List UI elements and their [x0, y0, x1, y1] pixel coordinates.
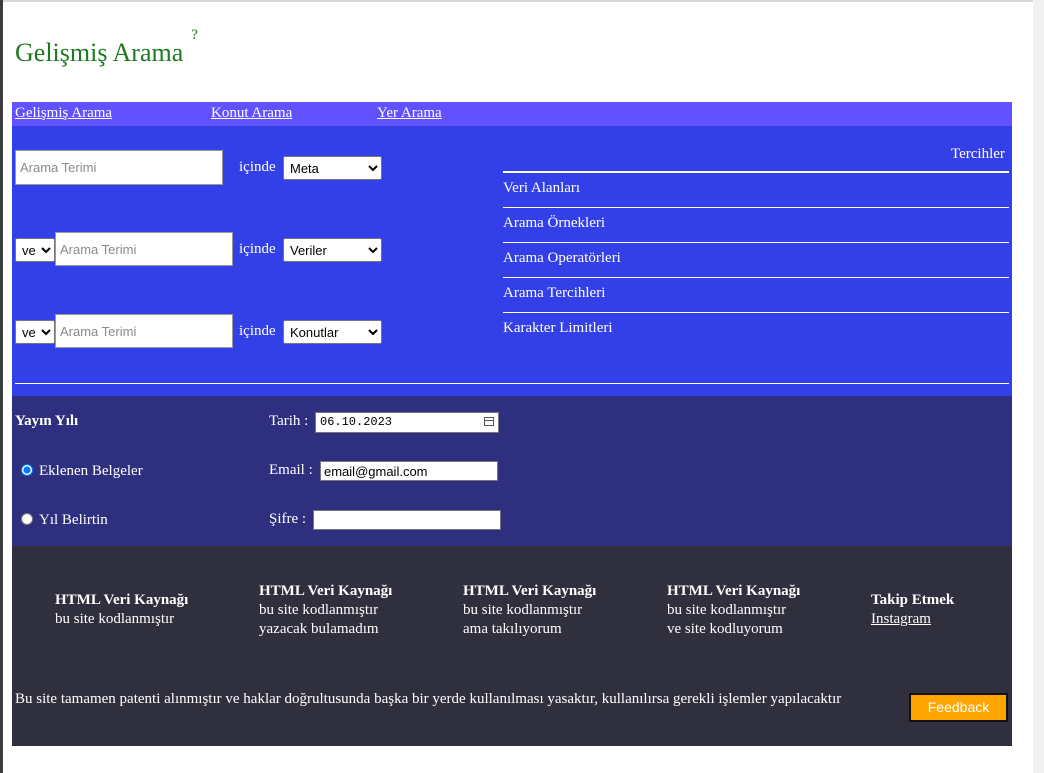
help-mark[interactable]: ?: [191, 27, 198, 43]
field-select-1[interactable]: Meta: [283, 156, 382, 180]
pref-search-examples[interactable]: Arama Örnekleri: [503, 215, 605, 232]
preferences-divider: [503, 171, 1009, 173]
footer-column-1: HTML Veri Kaynağı bu site kodlanmıştır: [55, 591, 188, 629]
email-label: Email :: [269, 462, 313, 478]
option-added-documents[interactable]: Eklenen Belgeler: [21, 463, 143, 480]
footer: HTML Veri Kaynağı bu site kodlanmıştır H…: [12, 546, 1012, 746]
page-title: Gelişmiş Arama?: [15, 27, 198, 68]
publication-year-label: Yayın Yılı: [15, 413, 79, 429]
radio-specify-year[interactable]: [21, 513, 33, 525]
operator-select-3[interactable]: veya: [15, 320, 55, 344]
pref-data-fields[interactable]: Veri Alanları: [503, 180, 580, 197]
nav-housing-search[interactable]: Konut Arama: [211, 105, 292, 122]
footer-column-line: bu site kodlanmıştır: [667, 602, 787, 618]
within-label-3: içinde: [239, 323, 276, 339]
footer-column-2: HTML Veri Kaynağı bu site kodlanmıştır y…: [259, 582, 392, 639]
footer-column-heading: HTML Veri Kaynağı: [667, 583, 801, 599]
preferences-divider: [503, 242, 1009, 243]
follow-heading: Takip Etmek: [871, 592, 955, 608]
option-specify-year-label: Yıl Belirtin: [39, 512, 108, 528]
window-left-edge: [0, 0, 3, 773]
password-label: Şifre :: [269, 511, 307, 527]
password-input[interactable]: [313, 510, 501, 530]
date-label: Tarih :: [269, 413, 309, 429]
preferences-divider: [503, 312, 1009, 313]
nav-place-search[interactable]: Yer Arama: [377, 105, 442, 122]
copyright-notice: Bu site tamamen patenti alınmıştır ve ha…: [15, 691, 842, 707]
footer-follow: Takip Etmek Instagram: [871, 591, 954, 629]
search-panel-divider: [15, 383, 1009, 384]
search-term-input-1[interactable]: [15, 150, 223, 185]
footer-column-line: ama takılıyorum: [463, 621, 562, 637]
preferences-divider: [503, 277, 1009, 278]
search-term-input-3[interactable]: [55, 314, 233, 348]
operator-select-2[interactable]: ve: [15, 238, 55, 262]
date-input[interactable]: 06.10.2023: [315, 412, 499, 433]
pref-character-limits[interactable]: Karakter Limitleri: [503, 320, 613, 337]
email-input[interactable]: [320, 461, 498, 481]
footer-column-heading: HTML Veri Kaynağı: [55, 592, 189, 608]
preferences-title: Tercihler: [951, 146, 1005, 162]
footer-column-line: bu site kodlanmıştır: [259, 602, 379, 618]
search-panel: içinde Meta ve içinde Veriler veya içind…: [12, 126, 1012, 396]
footer-column-line: yazacak bulamadım: [259, 621, 379, 637]
nav-advanced-search[interactable]: Gelişmiş Arama: [15, 105, 112, 122]
feedback-button[interactable]: Feedback: [909, 693, 1008, 722]
within-label-1: içinde: [239, 159, 276, 175]
search-term-input-2[interactable]: [55, 232, 233, 266]
calendar-icon[interactable]: [484, 417, 494, 426]
pref-search-preferences[interactable]: Arama Tercihleri: [503, 285, 605, 302]
footer-column-heading: HTML Veri Kaynağı: [259, 583, 393, 599]
footer-column-line: ve site kodluyorum: [667, 621, 783, 637]
preferences-divider: [503, 207, 1009, 208]
option-added-documents-label: Eklenen Belgeler: [39, 463, 143, 479]
footer-column-heading: HTML Veri Kaynağı: [463, 583, 597, 599]
top-nav: Gelişmiş Arama Konut Arama Yer Arama: [12, 102, 1012, 126]
pref-search-operators[interactable]: Arama Operatörleri: [503, 250, 621, 267]
option-specify-year[interactable]: Yıl Belirtin: [21, 512, 108, 529]
publication-panel: Yayın Yılı Eklenen Belgeler Yıl Belirtin…: [12, 396, 1012, 546]
footer-column-4: HTML Veri Kaynağı bu site kodlanmıştır v…: [667, 582, 800, 639]
footer-column-3: HTML Veri Kaynağı bu site kodlanmıştır a…: [463, 582, 596, 639]
date-value: 06.10.2023: [320, 415, 393, 429]
scrollbar-track[interactable]: [1033, 0, 1044, 773]
instagram-link[interactable]: Instagram: [871, 611, 931, 627]
page-title-text: Gelişmiş Arama: [15, 38, 184, 67]
field-select-2[interactable]: Veriler: [283, 238, 382, 262]
window-top-edge: [0, 0, 1044, 2]
footer-column-line: bu site kodlanmıştır: [55, 611, 175, 627]
within-label-2: içinde: [239, 241, 276, 257]
field-select-3[interactable]: Konutlar: [283, 320, 382, 344]
radio-added-documents[interactable]: [21, 464, 33, 476]
footer-column-line: bu site kodlanmıştır: [463, 602, 583, 618]
